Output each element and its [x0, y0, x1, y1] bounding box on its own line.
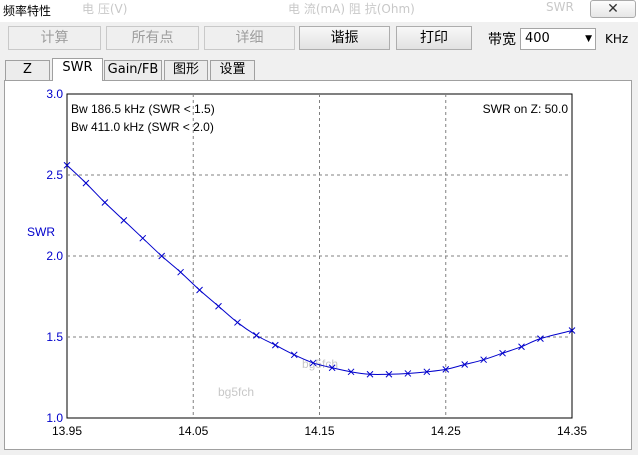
- close-icon: ✕: [607, 1, 619, 17]
- tab-graph[interactable]: 图形: [164, 60, 208, 80]
- tab-z[interactable]: Z: [5, 60, 50, 80]
- swr-on-z-annotation: SWR on Z: 50.0: [483, 102, 569, 116]
- y-tick-label: 3.0: [46, 87, 63, 101]
- tab-gain-fb[interactable]: Gain/FB: [104, 60, 162, 80]
- bandwidth-label: 带宽: [488, 32, 516, 48]
- calculate-button[interactable]: 计算: [8, 26, 101, 50]
- bandwidth-value: 400: [525, 31, 550, 46]
- tab-swr[interactable]: SWR: [52, 58, 103, 81]
- x-tick-label: 14.15: [304, 424, 334, 438]
- x-tick-label: 13.95: [52, 424, 82, 438]
- bandwidth-annotation-2: Bw 411.0 kHz (SWR < 2.0): [71, 120, 214, 134]
- x-tick-label: 14.05: [178, 424, 208, 438]
- watermark-text: bg5fch: [218, 385, 254, 399]
- bandwidth-select[interactable]: 400 ▼: [520, 28, 596, 50]
- x-tick-label: 14.35: [557, 424, 587, 438]
- x-tick-label: 14.25: [431, 424, 461, 438]
- y-tick-label: 2.5: [46, 168, 63, 182]
- ghost-header-voltage: 电 压(V): [82, 2, 128, 16]
- window-title: 频率特性: [3, 4, 52, 18]
- chevron-down-icon: ▼: [585, 34, 592, 44]
- swr-chart-panel: 13.95 14.05 14.15 14.25 14.35 1.0 1.5 2.0 2.5 3.0…: [4, 80, 632, 450]
- bandwidth-unit: KHz: [605, 32, 629, 46]
- resonate-button[interactable]: 谐振: [299, 26, 390, 50]
- y-tick-label: 1.5: [46, 330, 63, 344]
- ghost-header-swr: SWR: [546, 0, 574, 14]
- y-axis-label: SWR: [27, 225, 55, 239]
- tab-settings[interactable]: 设置: [210, 60, 255, 80]
- ghost-header-current: 电 流(mA) 阻 抗(Ohm): [288, 2, 415, 16]
- print-button[interactable]: 打印: [396, 26, 472, 50]
- all-points-button[interactable]: 所有点: [106, 26, 199, 50]
- bandwidth-annotation-1: Bw 186.5 kHz (SWR < 1.5): [71, 102, 215, 116]
- title-bar: 频率特性 电 压(V) 电 流(mA) 阻 抗(Ohm) SWR ✕: [0, 0, 638, 22]
- close-button[interactable]: ✕: [590, 0, 636, 18]
- swr-chart: 13.95 14.05 14.15 14.25 14.35 1.0 1.5 2.0 2.5 3.0…: [27, 87, 587, 438]
- details-button[interactable]: 详细: [204, 26, 295, 50]
- y-tick-label: 2.0: [46, 249, 63, 263]
- y-tick-label: 1.0: [46, 411, 63, 425]
